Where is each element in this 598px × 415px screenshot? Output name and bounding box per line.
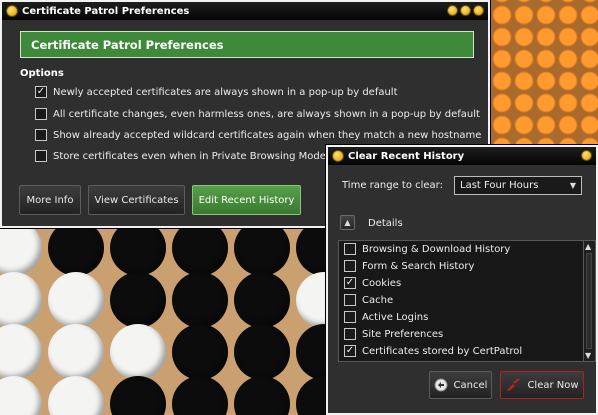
background-peg	[110, 376, 166, 415]
list-item-label: Active Logins	[362, 311, 429, 323]
background-peg	[172, 376, 228, 415]
background-peg	[296, 226, 330, 276]
background-peg	[172, 324, 228, 380]
maximize-icon[interactable]	[460, 5, 471, 16]
background-peg	[110, 272, 166, 328]
list-item-cookies[interactable]: ✓ Cookies	[344, 277, 401, 289]
time-range-label: Time range to clear:	[342, 180, 443, 191]
background-peg	[0, 226, 42, 276]
list-item-label: Browsing & Download History	[362, 243, 511, 255]
list-item-active-logins[interactable]: Active Logins	[344, 311, 428, 323]
time-range-value: Last Four Hours	[460, 180, 539, 191]
checkbox[interactable]: ✓	[344, 277, 356, 289]
list-item-label: Cookies	[362, 277, 402, 289]
checkbox[interactable]: ✓	[35, 86, 47, 98]
background-peg	[0, 376, 42, 415]
cancel-icon	[434, 378, 448, 392]
clear-history-dialog: Clear Recent History Time range to clear…	[326, 145, 598, 415]
more-info-button[interactable]: More Info	[19, 185, 81, 215]
clear-now-button[interactable]: Clear Now	[500, 371, 584, 399]
checkbox[interactable]	[35, 150, 47, 162]
background-peg	[0, 272, 42, 328]
window-controls	[447, 5, 484, 16]
checkbox[interactable]	[35, 129, 47, 141]
background-peg	[172, 226, 228, 276]
background-peg	[296, 272, 330, 328]
chevron-up-icon: ▲	[344, 218, 351, 227]
app-icon[interactable]	[332, 150, 344, 162]
desktop-background-orange	[488, 0, 598, 150]
close-icon[interactable]	[581, 150, 592, 161]
background-peg	[48, 376, 104, 415]
list-scrollbar[interactable]: ▲ ▼	[584, 240, 596, 362]
preferences-header: Certificate Patrol Preferences	[20, 31, 474, 58]
list-item-cache[interactable]: Cache	[344, 294, 393, 306]
background-peg	[296, 324, 330, 380]
app-icon[interactable]	[6, 5, 18, 17]
background-peg	[48, 324, 104, 380]
scroll-up-icon[interactable]: ▲	[585, 242, 591, 251]
list-item-label: Form & Search History	[362, 260, 475, 272]
edit-recent-history-button[interactable]: Edit Recent History	[192, 185, 301, 215]
background-peg	[110, 324, 166, 380]
option-label: Newly accepted certificates are always s…	[53, 86, 398, 98]
list-item-browsing-history[interactable]: Browsing & Download History	[344, 243, 510, 255]
option-label: All certificate changes, even harmless o…	[53, 108, 480, 120]
background-peg	[234, 376, 290, 415]
preferences-window-title: Certificate Patrol Preferences	[22, 5, 190, 17]
scroll-thumb[interactable]	[586, 253, 592, 349]
list-item-form-history[interactable]: Form & Search History	[344, 260, 474, 272]
list-item-site-preferences[interactable]: Site Preferences	[344, 328, 443, 340]
clear-now-label: Clear Now	[527, 379, 579, 391]
desktop-background-pegs	[0, 226, 330, 415]
option-newly-accepted[interactable]: ✓ Newly accepted certificates are always…	[35, 86, 398, 98]
checkbox[interactable]	[344, 260, 356, 272]
background-peg	[234, 324, 290, 380]
background-peg	[234, 272, 290, 328]
list-item-label: Site Preferences	[362, 328, 444, 340]
option-label: Store certificates even when in Private …	[53, 150, 326, 162]
cancel-label: Cancel	[453, 379, 488, 391]
checkbox[interactable]	[35, 108, 47, 120]
broom-icon	[505, 378, 521, 392]
scroll-down-icon[interactable]: ▼	[585, 351, 591, 360]
checkbox[interactable]	[344, 311, 356, 323]
clear-history-titlebar[interactable]: Clear Recent History	[328, 147, 596, 165]
view-certificates-button[interactable]: View Certificates	[88, 185, 185, 215]
list-item-label: Cache	[362, 294, 394, 306]
option-private-browsing[interactable]: Store certificates even when in Private …	[35, 150, 326, 162]
background-peg	[0, 324, 42, 380]
background-peg	[110, 226, 166, 276]
background-peg	[234, 226, 290, 276]
details-label: Details	[368, 218, 403, 229]
close-icon[interactable]	[473, 5, 484, 16]
dropdown-arrow-icon: ▼	[569, 181, 576, 190]
history-items-list[interactable]: Browsing & Download History Form & Searc…	[338, 240, 584, 362]
window-controls	[581, 150, 592, 161]
options-heading: Options	[20, 68, 64, 79]
checkbox[interactable]	[344, 294, 356, 306]
background-peg	[48, 272, 104, 328]
preferences-titlebar[interactable]: Certificate Patrol Preferences	[2, 2, 488, 20]
time-range-select[interactable]: Last Four Hours ▼	[454, 176, 582, 195]
option-wildcard[interactable]: Show already accepted wildcard certifica…	[35, 129, 481, 141]
list-item-certpatrol[interactable]: ✓ Certificates stored by CertPatrol	[344, 345, 522, 357]
background-peg	[172, 272, 228, 328]
background-peg	[48, 226, 104, 276]
option-label: Show already accepted wildcard certifica…	[53, 129, 482, 141]
minimize-icon[interactable]	[447, 5, 458, 16]
checkbox[interactable]	[344, 243, 356, 255]
checkbox[interactable]: ✓	[344, 345, 356, 357]
background-peg	[296, 376, 330, 415]
clear-history-title: Clear Recent History	[348, 150, 465, 162]
cancel-button[interactable]: Cancel	[429, 371, 492, 399]
details-toggle-button[interactable]: ▲	[340, 215, 355, 230]
checkbox[interactable]	[344, 328, 356, 340]
list-item-label: Certificates stored by CertPatrol	[362, 345, 523, 357]
option-all-changes[interactable]: All certificate changes, even harmless o…	[35, 108, 480, 120]
